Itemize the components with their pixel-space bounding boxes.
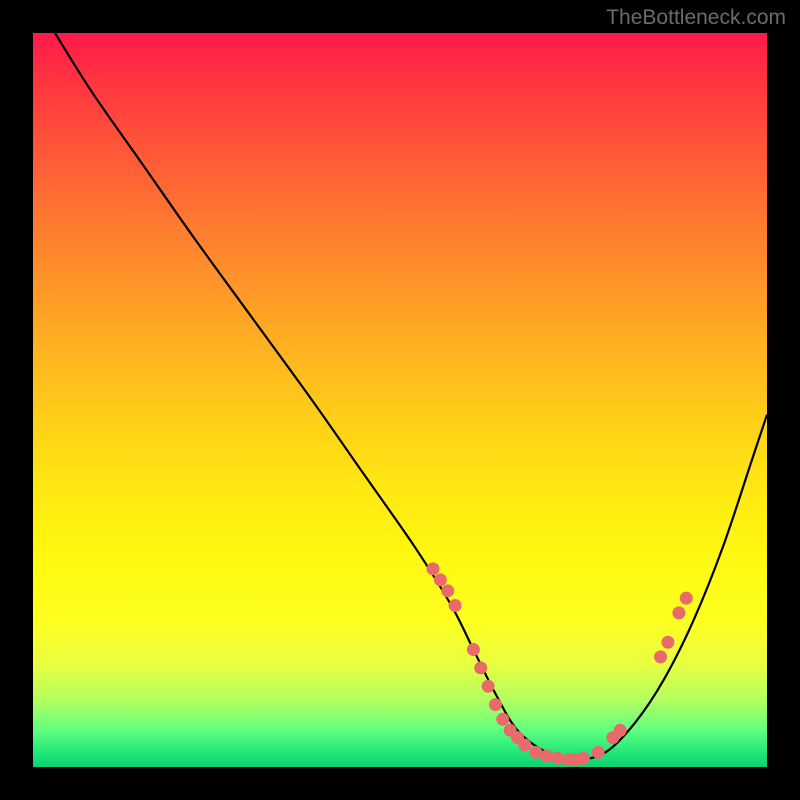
- data-marker: [614, 724, 627, 737]
- data-marker: [592, 746, 605, 759]
- data-marker: [551, 752, 564, 765]
- data-marker: [482, 680, 495, 693]
- data-marker: [427, 562, 440, 575]
- data-marker: [577, 752, 590, 765]
- data-marker: [434, 573, 447, 586]
- plot-area: [33, 33, 767, 767]
- curve-markers: [427, 562, 693, 766]
- chart-svg: [33, 33, 767, 767]
- data-marker: [529, 746, 542, 759]
- data-marker: [518, 738, 531, 751]
- watermark-text: TheBottleneck.com: [606, 6, 786, 30]
- data-marker: [489, 698, 502, 711]
- data-marker: [661, 636, 674, 649]
- data-marker: [449, 599, 462, 612]
- data-marker: [441, 584, 454, 597]
- data-marker: [496, 713, 509, 726]
- data-marker: [680, 592, 693, 605]
- data-marker: [654, 650, 667, 663]
- data-marker: [540, 749, 553, 762]
- data-marker: [467, 643, 480, 656]
- data-marker: [672, 606, 685, 619]
- data-marker: [474, 661, 487, 674]
